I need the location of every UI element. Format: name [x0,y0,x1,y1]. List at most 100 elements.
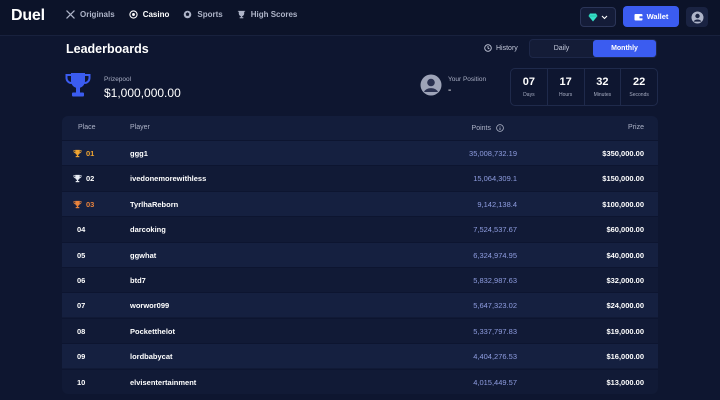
row-place-number: 06 [77,276,86,285]
gem-icon [588,13,598,21]
user-icon [691,11,703,23]
countdown-value: 32 [596,76,609,88]
countdown-seconds: 22 Seconds [621,69,657,105]
row-prize: $350,000.00 [602,149,644,158]
row-place: 05 [73,251,85,260]
table-row: 09 lordbabycat 4,404,276.53 $16,000.00 [62,343,658,369]
countdown-unit: Seconds [629,92,649,98]
silver-trophy-icon [73,175,82,183]
nav-item-originals[interactable]: Originals [66,10,115,19]
row-place-number: 08 [77,326,86,336]
countdown-minutes: 32 Minutes [585,69,622,105]
row-player[interactable]: ggg1 [130,149,148,158]
main-nav: Originals Casino Sports High Scores [66,10,297,19]
bronze-trophy-icon [73,200,82,208]
row-place: 02 [73,174,94,183]
countdown-value: 07 [522,76,535,88]
row-player[interactable]: btd7 [130,276,146,285]
row-place: 06 [73,276,85,285]
countdown-timer: 07 Days 17 Hours 32 Minutes 22 Seconds [510,68,658,106]
history-label: History [496,44,518,52]
row-place: 09 [73,352,85,361]
currency-selector[interactable] [580,7,616,27]
column-points-label: Points [471,124,491,132]
nav-item-label: Originals [80,10,115,19]
row-points: 5,832,987.63 [473,276,517,285]
profile-button[interactable] [686,7,708,27]
row-place-number: 10 [77,377,86,387]
row-place: 10 [73,378,85,387]
countdown-unit: Days [523,92,535,98]
chevron-down-icon [601,15,608,19]
period-tabs: Daily Monthly [529,39,657,58]
position-value: - [448,85,452,96]
row-prize: $16,000.00 [606,352,644,362]
row-prize: $19,000.00 [606,326,644,336]
page-title: Leaderboards [66,42,149,56]
row-points: 4,404,276.53 [473,352,517,362]
duel-logo[interactable]: Duel [11,7,45,25]
row-points: 5,337,797.83 [473,326,517,336]
row-prize: $100,000.00 [602,199,644,209]
table-row: 05 ggwhat 6,324,974.95 $40,000.00 [62,241,658,267]
table-row: 03 TyrlhaReborn 9,142,138.4 $100,000.00 [62,190,658,216]
row-place: 07 [73,301,85,310]
table-row: 08 Pocketthelot 5,337,797.83 $19,000.00 [62,317,658,343]
row-player[interactable]: TyrlhaReborn [130,200,178,209]
column-prize: Prize [628,124,644,131]
trophy-icon [65,73,91,97]
tab-daily[interactable]: Daily [530,40,593,57]
table-row: 01 ggg1 35,008,732.19 $350,000.00 [62,140,658,165]
row-player[interactable]: worwor099 [130,301,169,310]
wallet-button[interactable]: Wallet [623,6,679,27]
column-points: Points [472,124,504,132]
leaderboard-table: Place Player Points Prize 01 ggg1 35,008,7… [62,116,658,394]
row-points: 7,524,537.67 [473,225,517,235]
countdown-value: 17 [559,76,572,88]
top-navigation-bar: Duel Originals Casino Sports High Scores… [0,0,720,36]
nav-item-sports[interactable]: Sports [183,10,223,19]
wallet-icon [634,13,643,20]
cross-swords-icon [66,10,75,19]
row-points: 5,647,323.02 [473,301,517,311]
row-player[interactable]: elvisentertainment [130,378,196,387]
row-place-number: 01 [86,149,95,158]
row-player[interactable]: Pocketthelot [130,327,175,336]
wallet-label: Wallet [646,12,669,21]
table-row: 06 btd7 5,832,987.63 $32,000.00 [62,267,658,292]
user-avatar-icon [420,74,442,96]
tab-monthly[interactable]: Monthly [593,40,656,57]
nav-item-casino[interactable]: Casino [129,10,169,19]
history-link[interactable]: History [484,44,518,52]
nav-item-high-scores[interactable]: High Scores [237,10,298,19]
row-prize: $40,000.00 [606,250,644,260]
row-points: 6,324,974.95 [473,250,517,260]
row-player[interactable]: lordbabycat [130,352,173,361]
column-player: Player [130,124,150,131]
row-place-number: 02 [86,174,95,184]
nav-item-label: Sports [197,10,223,19]
trophy-icon [237,10,245,19]
row-player[interactable]: darcoking [130,225,166,234]
row-player[interactable]: ivedonemorewithless [130,174,206,183]
table-row: 02 ivedonemorewithless 15,064,309.1 $150,00… [62,165,658,190]
countdown-value: 22 [633,76,646,88]
countdown-unit: Hours [558,92,573,98]
row-place: 01 [73,149,94,158]
row-place-number: 04 [77,225,86,235]
row-place-number: 07 [77,301,86,311]
row-place-number: 09 [77,352,86,362]
countdown-days: 07 Days [511,69,548,105]
countdown-unit: Minutes [593,92,612,98]
row-player[interactable]: ggwhat [130,251,156,260]
row-prize: $60,000.00 [606,225,644,235]
row-points: 15,064,309.1 [473,174,517,184]
row-prize: $32,000.00 [606,276,644,285]
row-place-number: 03 [86,199,95,209]
table-row: 07 worwor099 5,647,323.02 $24,000.00 [62,292,658,318]
info-icon[interactable] [496,124,504,132]
row-place: 04 [73,225,85,234]
table-row: 04 darcoking 7,524,537.67 $60,000.00 [62,216,658,241]
row-prize: $150,000.00 [602,174,644,184]
nav-item-label: High Scores [250,10,298,19]
